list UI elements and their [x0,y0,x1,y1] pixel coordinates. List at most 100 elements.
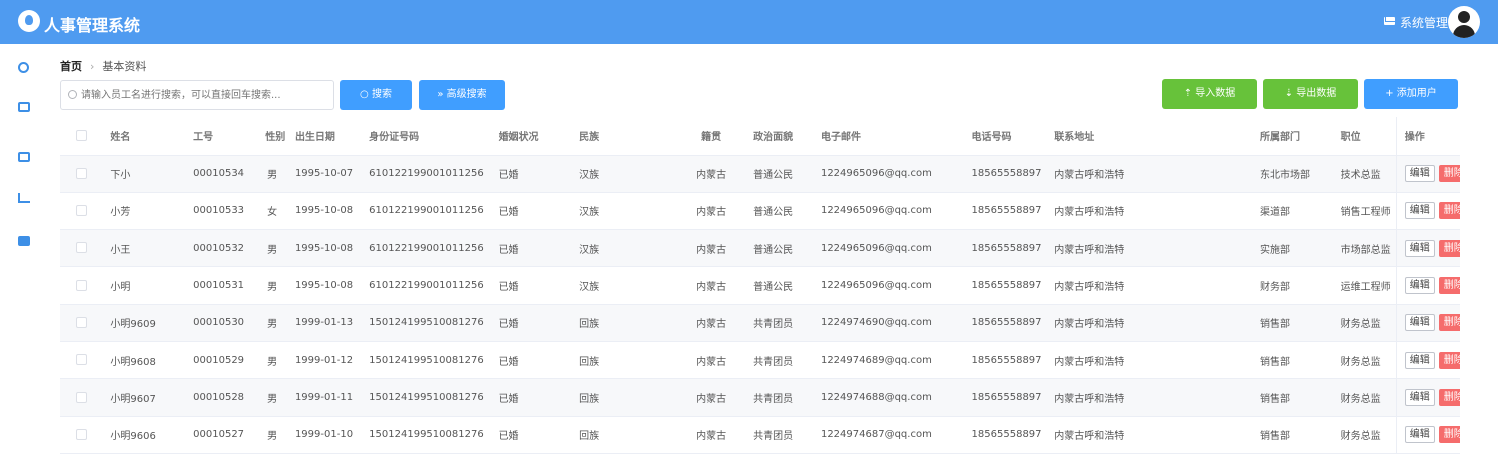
cell-address: 内蒙古呼和浩特 [1046,155,1253,193]
edit-button[interactable]: 编辑 [1404,351,1435,369]
table-header-row: 姓名 工号 性别 出生日期 身份证号码 婚姻状况 民族 籍贯 政治面貌 电子邮件… [60,117,1460,156]
import-button[interactable]: ⇡ 导入数据 [1162,79,1257,109]
cell-idcard: 610122199001011256 [361,155,491,193]
cell-gender: 男 [257,266,287,305]
cell-position: 销售工程师 [1332,192,1397,231]
app-title: 人事管理系统 [44,16,141,35]
user-icon[interactable] [18,62,29,73]
row-checkbox[interactable] [75,205,87,217]
select-all-header[interactable] [60,117,103,156]
add-user-button[interactable]: + 添加用户 [1364,79,1458,109]
cell-marital: 已婚 [490,192,572,231]
mail-icon[interactable] [1384,17,1395,25]
cell-native: 内蒙古 [677,416,746,454]
windows-icon[interactable] [18,236,30,246]
export-button[interactable]: ⇣ 导出数据 [1263,79,1358,109]
row-checkbox[interactable] [75,167,87,179]
cell-gender: 女 [257,192,287,231]
breadcrumb-home[interactable]: 首页 [60,60,82,73]
camera-icon[interactable] [18,152,30,162]
cell-position: 技术总监 [1332,155,1397,193]
search-button[interactable]: ○ 搜索 [340,80,412,110]
row-checkbox[interactable] [75,428,87,440]
cell-phone: 18565558897 [963,192,1047,231]
cell-birth: 1995-10-08 [286,192,362,231]
table-row[interactable]: 小明9608 00010529 男 1999-01-12 150124199510081… [60,341,1460,380]
row-checkbox[interactable] [75,317,87,329]
cell-nation: 回族 [571,304,678,342]
delete-button[interactable]: 删除 [1438,239,1460,257]
cell-idcard: 610122199001011256 [361,192,491,231]
table-row[interactable]: 小芳 00010533 女 1995-10-08 610122199001011256 已… [60,192,1460,231]
delete-button[interactable]: 删除 [1438,314,1460,332]
edit-button[interactable]: 编辑 [1404,165,1435,183]
cell-politic: 共青团员 [745,341,813,380]
cell-phone: 18565558897 [963,304,1047,342]
col-dept: 所属部门 [1252,117,1333,156]
table-row[interactable]: 小明9607 00010528 男 1999-01-11 150124199510081… [60,378,1460,417]
cell-marital: 已婚 [490,155,572,193]
table-row[interactable]: 小明9606 00010527 男 1999-01-10 150124199510081… [60,416,1460,454]
col-birth: 出生日期 [286,117,362,156]
table-row[interactable]: 下小 00010534 男 1995-10-07 610122199001011256 已… [60,155,1460,193]
delete-button[interactable]: 删除 [1438,351,1460,369]
col-phone: 电话号码 [963,117,1047,156]
row-checkbox[interactable] [75,279,87,291]
delete-button[interactable]: 删除 [1438,165,1460,183]
row-select-cell [60,192,103,231]
cell-native: 内蒙古 [677,229,746,268]
cell-nation: 汉族 [571,229,678,268]
edit-button[interactable]: 编辑 [1404,388,1435,406]
edit-button[interactable]: 编辑 [1404,277,1435,295]
select-all-checkbox[interactable] [75,130,87,141]
cell-position: 财务总监 [1332,416,1397,454]
delete-button[interactable]: 删除 [1438,202,1460,220]
id-card-icon[interactable] [18,102,30,112]
row-select-cell [60,416,103,454]
delete-button[interactable]: 删除 [1438,277,1460,295]
cell-idcard: 150124199510081276 [361,378,491,417]
cell-name: 下小 [102,155,186,193]
cell-email: 1224974688@qq.com [812,378,964,417]
cell-politic: 普通公民 [745,155,813,193]
row-actions: 编辑删除 [1395,304,1460,342]
edit-button[interactable]: 编辑 [1404,426,1435,444]
cell-id: 00010527 [185,416,258,454]
cell-email: 1224965096@qq.com [812,155,964,193]
app-header: 人事管理系统 系统管理员 [0,0,1498,44]
cell-dept: 东北市场部 [1252,155,1333,193]
delete-button[interactable]: 删除 [1438,426,1460,444]
row-actions: 编辑删除 [1395,266,1460,305]
breadcrumb: 首页 › 基本资料 [60,58,146,74]
cell-politic: 共青团员 [745,416,813,454]
cell-address: 内蒙古呼和浩特 [1046,378,1253,417]
chart-icon[interactable] [18,193,30,203]
edit-button[interactable]: 编辑 [1404,314,1435,332]
cell-native: 内蒙古 [677,341,746,380]
delete-button[interactable]: 删除 [1438,388,1460,406]
row-checkbox[interactable] [75,391,87,403]
cell-birth: 1999-01-11 [286,378,362,417]
edit-button[interactable]: 编辑 [1404,239,1435,257]
export-label: 导出数据 [1296,88,1337,99]
cell-phone: 18565558897 [963,416,1047,454]
cell-name: 小明9606 [102,416,186,454]
cell-gender: 男 [257,378,287,417]
row-checkbox[interactable] [75,354,87,366]
table-row[interactable]: 小明 00010531 男 1995-10-08 610122199001011256 已… [60,266,1460,305]
cell-idcard: 610122199001011256 [361,229,491,268]
cell-native: 内蒙古 [677,155,746,193]
cell-id: 00010534 [185,155,258,193]
cell-email: 1224965096@qq.com [812,192,964,231]
cell-birth: 1995-10-08 [286,229,362,268]
advanced-search-button[interactable]: » 高级搜索 [419,80,505,110]
row-checkbox[interactable] [75,242,87,254]
edit-button[interactable]: 编辑 [1404,202,1435,220]
search-input[interactable] [81,86,329,104]
avatar[interactable] [1448,6,1480,38]
cell-email: 1224974690@qq.com [812,304,964,342]
cell-id: 00010528 [185,378,258,417]
table-row[interactable]: 小王 00010532 男 1995-10-08 610122199001011256 已… [60,229,1460,268]
cell-id: 00010532 [185,229,258,268]
table-row[interactable]: 小明9609 00010530 男 1999-01-13 150124199510081… [60,304,1460,342]
